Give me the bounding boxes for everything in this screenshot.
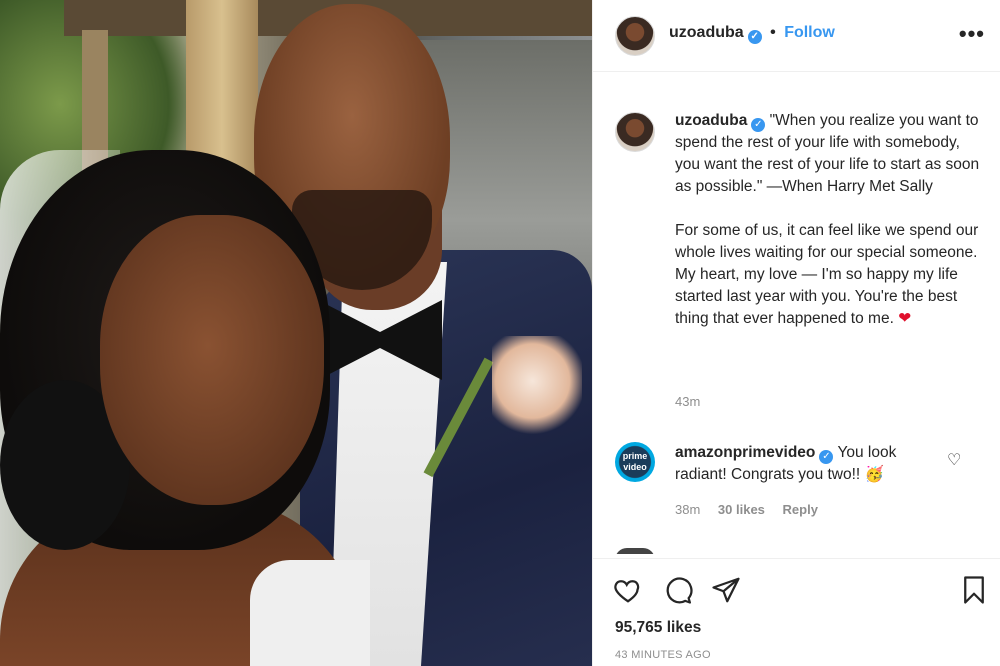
author-avatar[interactable] [615, 16, 655, 56]
caption-timestamp[interactable]: 43m [675, 394, 700, 409]
photo-boutonniere [492, 336, 582, 436]
comment-reply-button[interactable]: Reply [783, 502, 818, 517]
post-header: uzoaduba ✓ • Follow ••• [593, 0, 1000, 72]
comments-section[interactable]: uzoaduba ✓ "When you realize you want to … [593, 100, 1000, 554]
red-heart-emoji: ❤ [898, 310, 912, 327]
caption-body: uzoaduba ✓ "When you realize you want to … [675, 110, 987, 330]
verified-badge-icon: ✓ [751, 118, 766, 132]
caption-username-link[interactable]: uzoaduba [675, 112, 747, 129]
comment-like-heart-icon[interactable]: ♡ [947, 450, 961, 470]
comment-timestamp[interactable]: 38m [675, 502, 700, 517]
verified-badge-icon: ✓ [819, 450, 834, 464]
comment-body: amazonprimevideo ✓ You look radiant! Cong… [675, 442, 945, 486]
more-options-icon[interactable]: ••• [959, 23, 985, 45]
post-actions: 95,765 likes 43 MINUTES AGO [593, 558, 1000, 666]
heart-outline-icon[interactable] [613, 575, 643, 605]
bookmark-icon[interactable] [959, 575, 989, 605]
comment-likes-count[interactable]: 30 likes [718, 502, 765, 517]
paper-plane-icon[interactable] [711, 575, 741, 605]
caption-text: "When you realize you want to spend the … [675, 112, 980, 327]
post-sidebar: uzoaduba ✓ • Follow ••• uzoaduba ✓ "When y… [592, 0, 1000, 666]
follow-button[interactable]: Follow [784, 24, 835, 41]
photo-bride-dress [250, 560, 370, 666]
post-timestamp[interactable]: 43 MINUTES AGO [615, 649, 711, 661]
header-username-row: uzoaduba ✓ • Follow [669, 24, 835, 44]
commenter-avatar[interactable]: prime video [615, 442, 655, 482]
party-face-emoji: 🥳 [864, 466, 884, 483]
comment-bubble-icon[interactable] [663, 575, 693, 605]
photo-bride-face [100, 215, 324, 505]
caption-author-avatar[interactable] [615, 112, 655, 152]
likes-count[interactable]: 95,765 likes [615, 619, 701, 637]
commenter-username-link[interactable]: amazonprimevideo [675, 444, 815, 461]
comment-meta: 38m 30 likes Reply [675, 502, 832, 517]
separator-dot: • [770, 24, 776, 41]
author-username-link[interactable]: uzoaduba [669, 24, 744, 41]
next-comment-avatar-partial [615, 548, 655, 554]
post-photo[interactable] [0, 0, 592, 666]
verified-badge-icon: ✓ [747, 30, 762, 44]
